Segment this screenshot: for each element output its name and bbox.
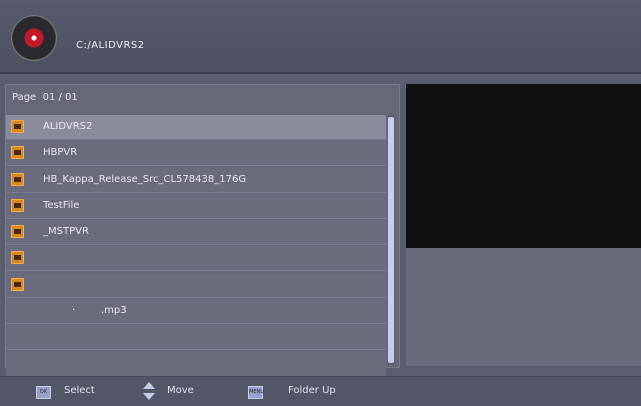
page-value: 01 / 01 [42,92,78,103]
item-name: HBPVR [43,147,78,159]
list-item[interactable]: ALIDVRS2 [6,115,386,140]
page-label: Page [12,92,37,103]
folder-icon [11,225,24,239]
file-prefix: · [72,305,76,317]
page-indicator: Page 01 / 01 [12,92,78,103]
file-list: ALIDVRS2 HBPVR HB_Kappa_Release_Src_CL57… [6,115,386,378]
list-item[interactable]: HB_Kappa_Release_Src_CL578438_176G [6,167,386,193]
folder-icon [11,277,24,291]
folder-icon [11,172,24,186]
item-name: ALIDVRS2 [43,121,93,132]
file-browser-panel: Page 01 / 01 ALIDVRS2 HBPVR HB_Kappa_Rel… [5,84,400,377]
ok-key-icon: OK [36,386,51,399]
preview-screen [406,84,641,248]
item-name: HB_Kappa_Release_Src_CL578438_176G [43,173,247,185]
folder-icon [11,120,24,133]
list-item[interactable] [6,325,386,351]
up-down-arrows-icon [142,381,156,401]
music-disc-icon [12,16,56,60]
list-item[interactable] [6,272,386,298]
menu-key-icon: MENU [248,386,264,399]
folder-icon [11,251,24,265]
folder-icon [11,146,24,160]
move-hint: Move [167,385,194,396]
item-name: _MSTPVR [43,226,89,238]
list-item[interactable]: · .mp3 [6,299,386,325]
list-item[interactable]: _MSTPVR [6,220,386,246]
list-item[interactable] [6,351,386,377]
preview-panel [406,84,641,366]
header-bar: C:/ALIDVRS2 [0,0,641,74]
list-item[interactable] [6,246,386,272]
footer-hints: OK Select Move MENU Folder Up [0,376,641,406]
folder-icon [11,198,24,212]
list-item[interactable]: TestFile [6,193,386,219]
list-item[interactable]: HBPVR [6,141,386,167]
select-hint: Select [64,385,95,396]
current-path: C:/ALIDVRS2 [76,40,145,51]
folder-up-hint: Folder Up [288,385,336,396]
scrollbar[interactable] [388,115,394,365]
item-name: TestFile [43,199,80,211]
item-name: .mp3 [101,305,127,317]
scrollbar-thumb[interactable] [388,117,394,363]
